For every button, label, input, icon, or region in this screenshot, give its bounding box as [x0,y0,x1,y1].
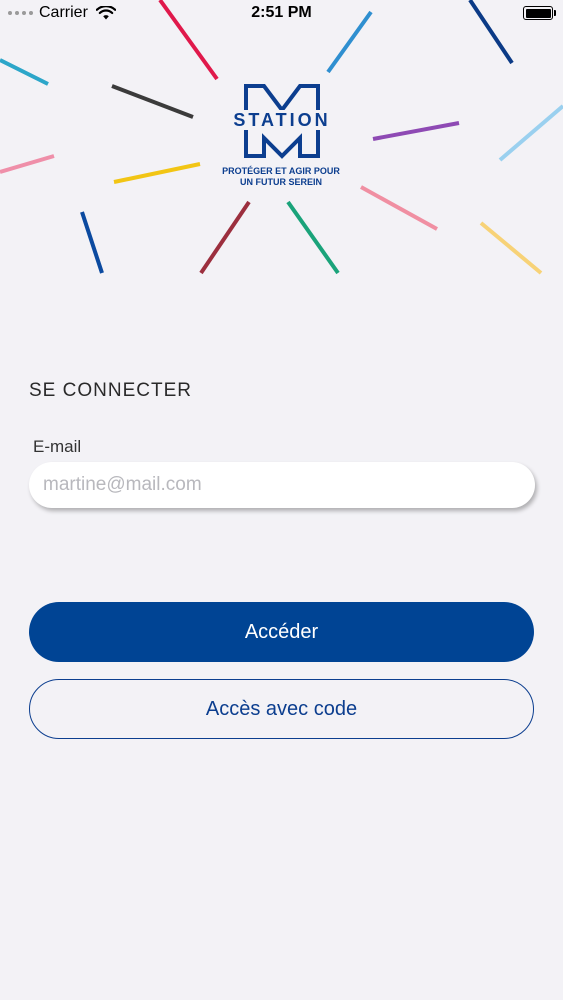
access-button[interactable]: Accéder [29,602,534,662]
brand-tagline: PROTÉGER ET AGIR POUR UN FUTUR SEREIN [213,166,349,188]
tagline-line-2: UN FUTUR SEREIN [239,177,322,187]
email-input[interactable] [29,462,535,508]
login-title: SE CONNECTER [29,380,192,401]
tagline-line-1: PROTÉGER ET AGIR POUR [222,166,340,176]
access-with-code-button[interactable]: Accès avec code [29,679,534,739]
email-label: E-mail [33,437,82,456]
brand-wordmark: STATION [222,110,342,130]
hero-header: STATION PROTÉGER ET AGIR POUR UN FUTUR S… [0,0,563,290]
